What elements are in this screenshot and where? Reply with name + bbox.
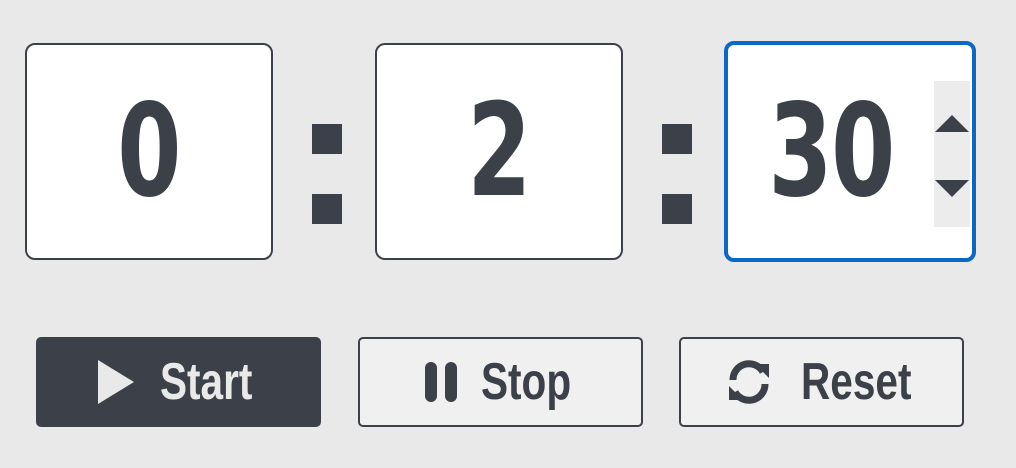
minutes-field[interactable]: 2 <box>375 43 623 260</box>
separator-colon <box>312 124 342 224</box>
seconds-field[interactable]: 30 <box>724 41 976 262</box>
stop-button-label: Stop <box>480 353 571 411</box>
pause-icon <box>424 362 459 402</box>
spin-up-arrow-icon[interactable] <box>934 101 970 151</box>
refresh-icon <box>728 360 769 404</box>
start-button-label: Start <box>159 353 252 411</box>
separator-colon <box>662 124 692 224</box>
stop-button[interactable]: Stop <box>358 337 643 427</box>
seconds-spinner[interactable] <box>934 81 970 227</box>
reset-button[interactable]: Reset <box>679 337 964 427</box>
play-icon <box>97 360 134 404</box>
minutes-value: 2 <box>467 76 532 226</box>
seconds-value: 30 <box>768 76 895 226</box>
hours-field[interactable]: 0 <box>25 43 273 260</box>
hours-value: 0 <box>117 76 182 226</box>
start-button[interactable]: Start <box>36 337 321 427</box>
reset-button-label: Reset <box>800 353 911 411</box>
spin-down-arrow-icon[interactable] <box>934 161 970 211</box>
